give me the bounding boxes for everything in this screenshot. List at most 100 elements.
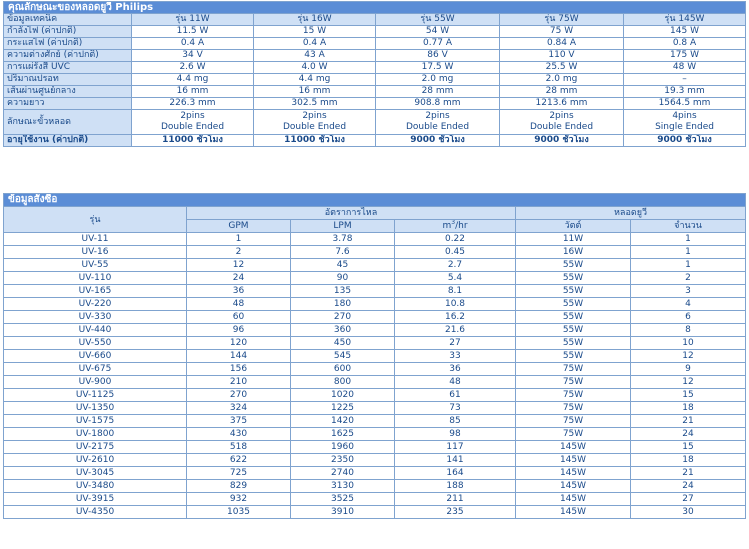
order-m3hr: 188 bbox=[394, 479, 516, 493]
order-lpm: 1225 bbox=[290, 401, 395, 415]
order-watt: 145W bbox=[515, 466, 631, 480]
order-watt: 75W bbox=[515, 427, 631, 441]
order-qty: 18 bbox=[629, 401, 747, 415]
order-m3hr: 117 bbox=[394, 440, 516, 454]
spec-cell: 54 W bbox=[375, 25, 500, 38]
order-m3hr: 141 bbox=[394, 453, 516, 467]
order-qty: 4 bbox=[629, 297, 747, 311]
order-gpm: 120 bbox=[186, 336, 291, 350]
order-lpm: 2740 bbox=[290, 466, 395, 480]
order-lpm: 7.6 bbox=[290, 245, 395, 259]
order-m3hr: 10.8 bbox=[394, 297, 516, 311]
spec-life-cell: 11000 ชั่วโมง bbox=[131, 134, 254, 147]
order-gpm: 932 bbox=[186, 492, 291, 506]
order-gpm: 324 bbox=[186, 401, 291, 415]
order-table: ข้อมูลสั่งซื้อ รุ่น อัตราการไหล หลอดยูวี… bbox=[2, 193, 747, 519]
spec-row: การแผ่รังสี UVC 2.6 W 4.0 W 17.5 W 25.5 W 48 … bbox=[3, 61, 747, 74]
spec-row: ความยาว 226.3 mm 302.5 mm 908.8 mm 1213.6 mm… bbox=[3, 97, 747, 110]
order-gpm: 96 bbox=[186, 323, 291, 337]
spec-cell: 2.0 mg bbox=[375, 73, 500, 86]
order-model: UV-220 bbox=[3, 297, 187, 311]
qty-header: จำนวน bbox=[629, 219, 747, 233]
order-qty: 8 bbox=[629, 323, 747, 337]
spec-cell: – bbox=[622, 73, 747, 86]
order-row: UV-1575 375 1420 85 75W 21 bbox=[3, 414, 747, 428]
order-gpm: 375 bbox=[186, 414, 291, 428]
order-model: UV-1125 bbox=[3, 388, 187, 402]
spec-pin-cell: 2pins Double Ended bbox=[375, 109, 500, 135]
order-watt: 55W bbox=[515, 258, 631, 272]
spec-row: กระแสไฟ (ค่าปกติ) 0.4 A 0.4 A 0.77 A 0.84 A0… bbox=[3, 37, 747, 50]
order-qty: 6 bbox=[629, 310, 747, 324]
order-lpm: 545 bbox=[290, 349, 395, 363]
watt-header: วัตต์ bbox=[515, 219, 631, 233]
order-qty: 24 bbox=[629, 427, 747, 441]
spec-pin-row: ลักษณะขั้วหลอด 2pins Double Ended 2pins Doub… bbox=[3, 109, 747, 135]
spec-cell: 17.5 W bbox=[375, 61, 500, 74]
order-lpm: 90 bbox=[290, 271, 395, 285]
order-watt: 55W bbox=[515, 284, 631, 298]
spec-cell: 4.0 W bbox=[253, 61, 376, 74]
order-m3hr: 98 bbox=[394, 427, 516, 441]
order-gpm: 518 bbox=[186, 440, 291, 454]
order-model: UV-440 bbox=[3, 323, 187, 337]
spec-life-row: อายุใช้งาน (ค่าปกติ) 11000 ชั่วโมง 11000 ช… bbox=[3, 134, 747, 147]
lamp-header: หลอดยูวี bbox=[514, 206, 747, 220]
order-row: UV-2610 622 2350 141 145W 18 bbox=[3, 453, 747, 467]
spec-header-model: รุ่น 145W bbox=[622, 13, 747, 26]
order-m3hr: 21.6 bbox=[394, 323, 516, 337]
order-qty: 1 bbox=[629, 245, 747, 259]
pin-count: 2pins bbox=[180, 111, 205, 121]
order-qty: 24 bbox=[629, 479, 747, 493]
order-model: UV-55 bbox=[3, 258, 187, 272]
m3hr-header: m3/hr bbox=[394, 219, 516, 233]
order-gpm: 60 bbox=[186, 310, 291, 324]
order-m3hr: 33 bbox=[394, 349, 516, 363]
order-lpm: 1625 bbox=[290, 427, 395, 441]
order-model: UV-4350 bbox=[3, 505, 187, 519]
pin-type: Single Ended bbox=[655, 122, 714, 132]
order-model: UV-16 bbox=[3, 245, 187, 259]
spec-cell: 25.5 W bbox=[499, 61, 624, 74]
order-lpm: 135 bbox=[290, 284, 395, 298]
spec-cell: 302.5 mm bbox=[253, 97, 376, 110]
order-watt: 145W bbox=[515, 492, 631, 506]
spec-header-model: รุ่น 75W bbox=[499, 13, 624, 26]
spec-cell: 4.4 mg bbox=[253, 73, 376, 86]
order-row: UV-4350 1035 3910 235 145W 30 bbox=[3, 505, 747, 519]
spec-cell: 175 W bbox=[622, 49, 747, 62]
order-row: UV-3480 829 3130 188 145W 24 bbox=[3, 479, 747, 493]
spec-row-label: กระแสไฟ (ค่าปกติ) bbox=[3, 37, 132, 50]
spec-cell: 0.77 A bbox=[375, 37, 500, 50]
order-gpm: 12 bbox=[186, 258, 291, 272]
order-m3hr: 235 bbox=[394, 505, 516, 519]
m3-tail: /hr bbox=[455, 221, 468, 231]
order-row: UV-3915 932 3525 211 145W 27 bbox=[3, 492, 747, 506]
order-gpm: 156 bbox=[186, 362, 291, 376]
order-row: UV-2175 518 1960 117 145W 15 bbox=[3, 440, 747, 454]
order-lpm: 3525 bbox=[290, 492, 395, 506]
pin-count: 2pins bbox=[302, 111, 327, 121]
order-gpm: 24 bbox=[186, 271, 291, 285]
order-gpm: 1035 bbox=[186, 505, 291, 519]
spec-cell: 16 mm bbox=[131, 85, 254, 98]
order-m3hr: 0.45 bbox=[394, 245, 516, 259]
order-row: UV-660 144 545 33 55W 12 bbox=[3, 349, 747, 363]
order-row: UV-165 36 135 8.1 55W 3 bbox=[3, 284, 747, 298]
spec-pin-label: ลักษณะขั้วหลอด bbox=[3, 109, 132, 135]
order-gpm: 210 bbox=[186, 375, 291, 389]
order-gpm: 622 bbox=[186, 453, 291, 467]
order-model: UV-675 bbox=[3, 362, 187, 376]
order-gpm: 1 bbox=[186, 232, 291, 246]
order-qty: 10 bbox=[629, 336, 747, 350]
spec-life-label: อายุใช้งาน (ค่าปกติ) bbox=[3, 134, 132, 147]
order-m3hr: 0.22 bbox=[394, 232, 516, 246]
order-m3hr: 8.1 bbox=[394, 284, 516, 298]
order-model: UV-2175 bbox=[3, 440, 187, 454]
order-watt: 55W bbox=[515, 349, 631, 363]
order-qty: 12 bbox=[629, 375, 747, 389]
order-lpm: 1960 bbox=[290, 440, 395, 454]
spec-cell: 110 V bbox=[499, 49, 624, 62]
spec-cell: 145 W bbox=[622, 25, 747, 38]
m3-unit: m bbox=[442, 221, 452, 231]
